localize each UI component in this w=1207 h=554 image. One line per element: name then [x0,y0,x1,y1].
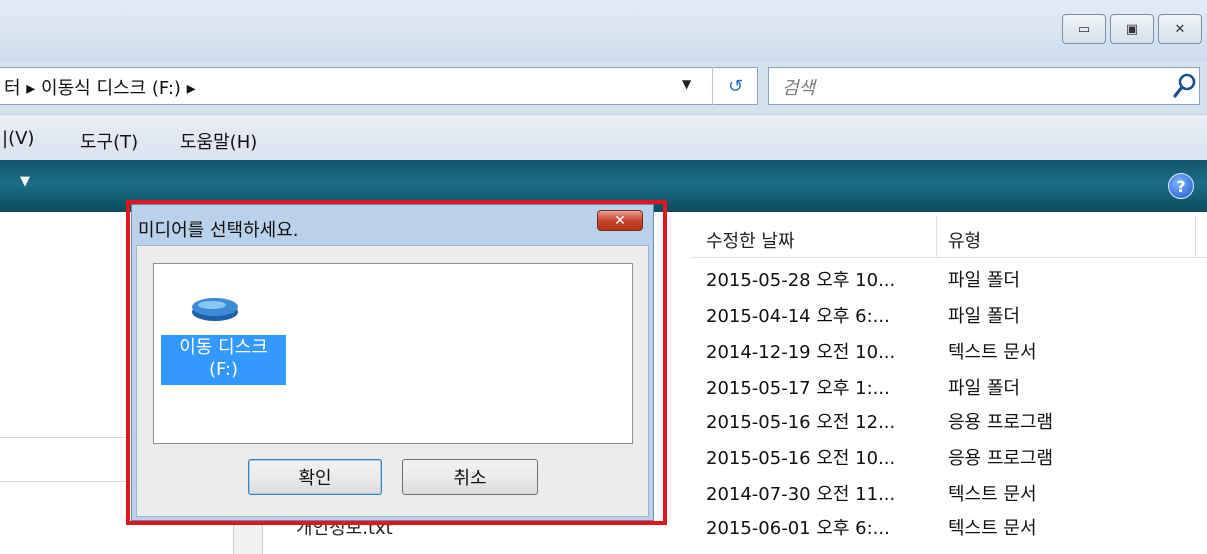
row-date[interactable]: 2014-07-30 오전 11... [706,480,895,506]
menu-help[interactable]: 도움말(H) [180,128,257,154]
row-date[interactable]: 2014-12-19 오전 10... [706,338,895,364]
column-header-type[interactable]: 유형 [948,227,981,253]
row-date[interactable]: 2015-06-01 오후 6:... [706,514,890,540]
row-date[interactable]: 2015-05-17 오후 1:... [706,374,890,400]
column-separator[interactable] [936,216,937,258]
row-type[interactable]: 텍스트 문서 [948,338,1037,364]
row-date[interactable]: 2015-05-28 오후 10... [706,266,895,292]
close-window-button[interactable]: ✕ [1158,14,1202,44]
search-input[interactable] [768,67,1200,105]
row-type[interactable]: 텍스트 문서 [948,480,1037,506]
row-type[interactable]: 파일 폴더 [948,266,1020,292]
maximize-button[interactable]: ▣ [1110,14,1154,44]
address-dropdown-icon[interactable]: ▼ [682,77,691,91]
search-placeholder: 검색 [782,78,816,99]
column-separator[interactable] [1195,216,1196,258]
row-date[interactable]: 2015-05-16 오전 10... [706,444,895,470]
breadcrumb[interactable]: 터 ▸ 이동식 디스크 (F:) ▸ [4,74,196,100]
window-title-bar [0,0,1207,62]
row-type[interactable]: 응용 프로그램 [948,444,1053,470]
minimize-button[interactable]: ▭ [1062,14,1106,44]
row-date[interactable]: 2015-04-14 오후 6:... [706,302,890,328]
row-type[interactable]: 파일 폴더 [948,374,1020,400]
help-icon[interactable]: ? [1168,173,1194,199]
menu-tools[interactable]: 도구(T) [80,128,138,154]
refresh-icon[interactable]: ↺ [712,67,758,105]
search-icon[interactable] [1172,72,1198,100]
row-date[interactable]: 2015-05-16 오전 12... [706,408,895,434]
row-type[interactable]: 응용 프로그램 [948,408,1053,434]
column-header-date[interactable]: 수정한 날짜 [706,227,795,253]
row-type[interactable]: 파일 폴더 [948,302,1020,328]
row-type[interactable]: 텍스트 문서 [948,514,1037,540]
menu-view[interactable]: |(V) [2,128,34,149]
highlight-box [126,200,667,525]
organize-dropdown-icon[interactable]: ▼ [20,174,30,189]
